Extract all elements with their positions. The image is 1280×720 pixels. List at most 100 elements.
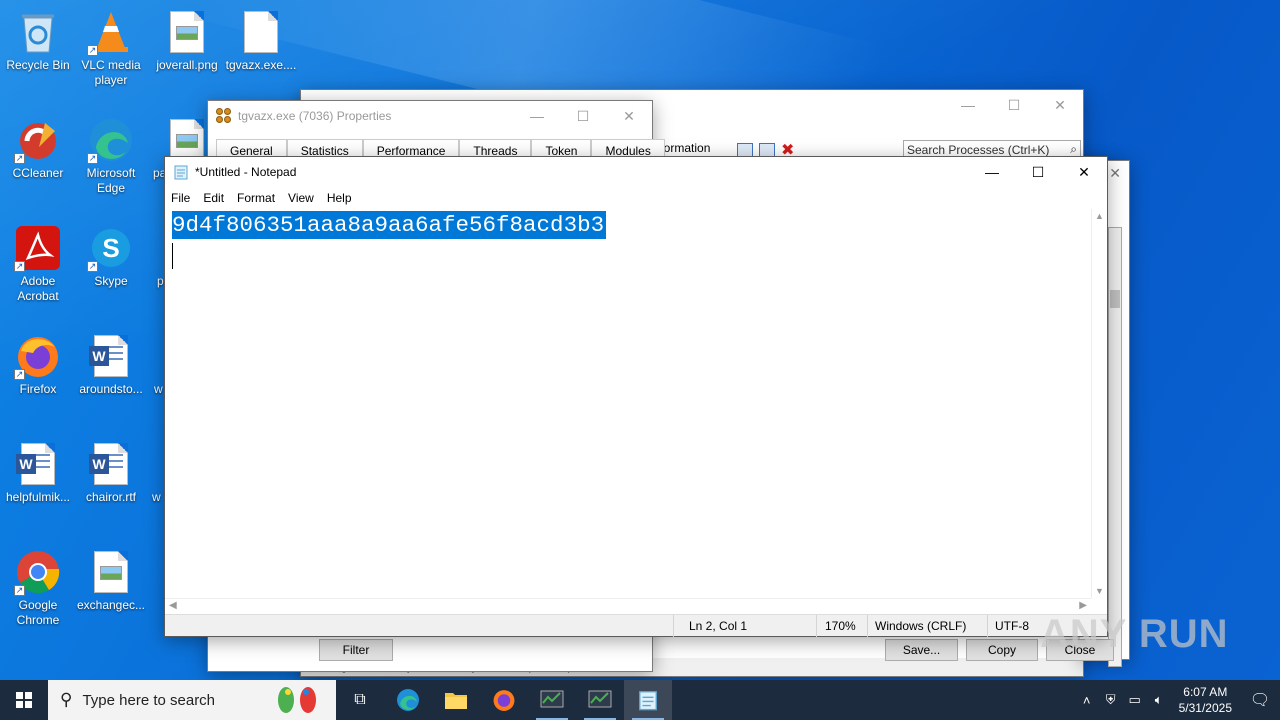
edge-icon [397, 689, 419, 711]
close-icon[interactable]: ✕ [1037, 90, 1083, 120]
scroll-left-icon[interactable]: ◀ [169, 600, 177, 611]
taskbar: ⚲ Type here to search ⧉ ˄ ⛨ ▭ 🔈︎ 6:07 AM… [0, 680, 1280, 720]
recycle-bin-icon [14, 8, 62, 56]
notepad-text-area[interactable]: 9d4f806351aaa8a9aa6afe56f8acd3b3 [165, 209, 1091, 598]
taskbar-notepad[interactable] [624, 680, 672, 720]
firefox-icon [493, 690, 515, 711]
notepad-titlebar[interactable]: *Untitled - Notepad — ☐ ✕ [165, 157, 1107, 187]
acrobat-icon: ↗ [14, 224, 62, 272]
desktop-icon-vlc[interactable]: ↗ VLC media player [73, 4, 149, 88]
notepad-title: *Untitled - Notepad [195, 165, 297, 179]
clock-time: 6:07 AM [1183, 685, 1228, 699]
anyrun-watermark: ANY RUN [1040, 612, 1229, 656]
menu-file[interactable]: File [171, 191, 190, 205]
window-icon[interactable] [737, 143, 753, 157]
copy-button[interactable]: Copy [966, 639, 1038, 661]
horizontal-scrollbar[interactable]: ◀ ▶ [165, 598, 1091, 614]
process-hacker-icon [588, 690, 612, 708]
scrollbar[interactable] [1108, 227, 1122, 667]
word-document-icon: W [87, 332, 135, 380]
image-file-icon [163, 8, 211, 56]
menu-edit[interactable]: Edit [203, 191, 224, 205]
close-icon[interactable]: ✕ [1061, 157, 1107, 187]
desktop-icon-firefox[interactable]: ↗ Firefox [0, 328, 76, 397]
image-file-icon [87, 548, 135, 596]
network-icon[interactable]: ▭ [1123, 692, 1147, 708]
scroll-up-icon[interactable]: ▲ [1095, 211, 1104, 221]
shortcut-arrow-icon: ↗ [87, 153, 98, 164]
maximize-icon[interactable]: ☐ [1015, 157, 1061, 187]
close-icon[interactable]: ✕ [1109, 165, 1121, 182]
chevron-up-icon[interactable]: ˄ [1075, 693, 1099, 708]
security-icon[interactable]: ⛨ [1099, 692, 1123, 708]
minimize-icon[interactable]: — [514, 101, 560, 131]
volume-icon[interactable]: 🔈︎ [1147, 692, 1171, 708]
desktop-icon-microsoft-edge[interactable]: ↗ Microsoft Edge [73, 112, 149, 196]
skype-icon: S ↗ [87, 224, 135, 272]
desktop-icon-chairor[interactable]: W chairor.rtf [73, 436, 149, 505]
properties-title: tgvazx.exe (7036) Properties [238, 109, 392, 123]
shortcut-arrow-icon: ↗ [87, 261, 98, 272]
task-view-button[interactable]: ⧉ [336, 680, 384, 720]
maximize-icon[interactable]: ☐ [991, 90, 1037, 120]
minimize-icon[interactable]: — [969, 157, 1015, 187]
taskbar-file-explorer[interactable] [432, 680, 480, 720]
vertical-scrollbar[interactable]: ▲ ▼ [1091, 209, 1107, 598]
notepad-statusbar: Ln 2, Col 1 170% Windows (CRLF) UTF-8 [165, 614, 1107, 637]
menu-help[interactable]: Help [327, 191, 352, 205]
process-hacker-icon [540, 690, 564, 708]
selected-text: 9d4f806351aaa8a9aa6afe56f8acd3b3 [172, 211, 607, 239]
line-ending: Windows (CRLF) [875, 619, 967, 633]
system-tray: ˄ ⛨ ▭ 🔈︎ 6:07 AM 5/31/2025 🗨︎ [1075, 680, 1280, 720]
desktop-icon-tgvazx[interactable]: tgvazx.exe.... [223, 4, 299, 73]
desktop-icon-joverall[interactable]: joverall.png [149, 4, 225, 73]
shortcut-arrow-icon: ↗ [14, 585, 25, 596]
save-button[interactable]: Save... [885, 639, 958, 661]
start-button[interactable] [0, 680, 48, 720]
desktop-icon-adobe-acrobat[interactable]: ↗ Adobe Acrobat [0, 220, 76, 304]
windows-logo-icon [16, 692, 32, 708]
filter-button[interactable]: Filter [319, 639, 393, 661]
svg-text:S: S [102, 233, 119, 263]
taskbar-edge[interactable] [384, 680, 432, 720]
firefox-icon: ↗ [14, 332, 62, 380]
desktop-icon-aroundsto[interactable]: W aroundsto... [73, 328, 149, 397]
task-view-icon: ⧉ [354, 691, 366, 708]
taskbar-search-box[interactable]: ⚲ Type here to search [48, 680, 336, 720]
menu-format[interactable]: Format [237, 191, 275, 205]
process-hacker-logo-icon [216, 108, 232, 124]
desktop-icon-skype[interactable]: S ↗ Skype [73, 220, 149, 289]
menu-view[interactable]: View [288, 191, 314, 205]
edge-icon: ↗ [87, 116, 135, 164]
notepad-icon [639, 691, 657, 711]
folder-icon [445, 693, 467, 709]
shortcut-arrow-icon: ↗ [14, 369, 25, 380]
taskbar-firefox[interactable] [480, 680, 528, 720]
shortcut-arrow-icon: ↗ [87, 45, 98, 56]
close-icon[interactable]: ✕ [606, 101, 652, 131]
notepad-window[interactable]: *Untitled - Notepad — ☐ ✕ File Edit Form… [164, 156, 1108, 637]
taskbar-clock[interactable]: 6:07 AM 5/31/2025 [1171, 684, 1240, 716]
zoom-level: 170% [825, 619, 856, 633]
notepad-app-icon [174, 165, 188, 180]
word-document-icon: W [14, 440, 62, 488]
taskbar-process-hacker-1[interactable] [528, 680, 576, 720]
desktop-icon-exchangec[interactable]: exchangec... [73, 544, 149, 613]
search-icon: ⌕ [1070, 142, 1077, 156]
maximize-icon[interactable]: ☐ [560, 101, 606, 131]
ccleaner-icon: ↗ [14, 116, 62, 164]
desktop-icon-recycle-bin[interactable]: Recycle Bin [0, 4, 76, 73]
desktop-icon-google-chrome[interactable]: ↗ Google Chrome [0, 544, 76, 628]
chrome-icon: ↗ [14, 548, 62, 596]
encoding: UTF-8 [995, 619, 1029, 633]
desktop-icon-ccleaner[interactable]: ↗ CCleaner [0, 112, 76, 181]
scroll-right-icon[interactable]: ▶ [1079, 600, 1087, 611]
properties-titlebar[interactable]: tgvazx.exe (7036) Properties — ☐ ✕ [208, 101, 652, 131]
desktop-icon-helpfulmik[interactable]: W helpfulmik... [0, 436, 76, 505]
minimize-icon[interactable]: — [945, 90, 991, 120]
scroll-down-icon[interactable]: ▼ [1095, 586, 1104, 596]
shortcut-arrow-icon: ↗ [14, 153, 25, 164]
properties-icon[interactable] [759, 143, 775, 157]
taskbar-process-hacker-2[interactable] [576, 680, 624, 720]
notification-center-icon[interactable]: 🗨︎ [1240, 690, 1280, 710]
